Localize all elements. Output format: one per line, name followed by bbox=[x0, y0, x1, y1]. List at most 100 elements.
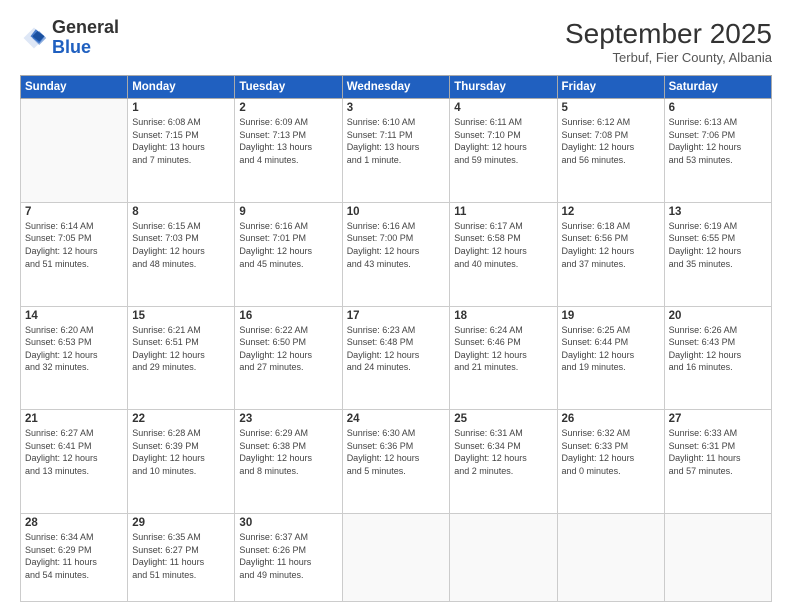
col-wednesday: Wednesday bbox=[342, 76, 450, 99]
calendar-week-row: 7 Sunrise: 6:14 AM Sunset: 7:05 PM Daylig… bbox=[21, 202, 772, 306]
day-info: Sunrise: 6:16 AM Sunset: 7:00 PM Dayligh… bbox=[347, 220, 446, 270]
table-row: 5Sunrise: 6:12 AM Sunset: 7:08 PM Daylig… bbox=[557, 99, 664, 203]
day-number: 18 bbox=[454, 310, 552, 322]
table-row bbox=[664, 514, 771, 602]
table-row: 17 Sunrise: 6:23 AM Sunset: 6:48 PM Dayli… bbox=[342, 306, 450, 410]
day-info: Sunrise: 6:11 AM Sunset: 7:10 PM Dayligh… bbox=[454, 116, 552, 166]
table-row: 3 Sunrise: 6:10 AM Sunset: 7:11 PM Daylig… bbox=[342, 99, 450, 203]
table-row: 22 Sunrise: 6:28 AM Sunset: 6:39 PM Dayli… bbox=[128, 410, 235, 514]
col-tuesday: Tuesday bbox=[235, 76, 342, 99]
table-row: 14Sunrise: 6:20 AM Sunset: 6:53 PM Dayli… bbox=[21, 306, 128, 410]
day-info: Sunrise: 6:14 AM Sunset: 7:05 PM Dayligh… bbox=[25, 220, 123, 270]
table-row: 15 Sunrise: 6:21 AM Sunset: 6:51 PM Dayli… bbox=[128, 306, 235, 410]
day-info: Sunrise: 6:13 AM Sunset: 7:06 PM Dayligh… bbox=[669, 116, 767, 166]
day-number: 22 bbox=[132, 413, 230, 425]
table-row: 10 Sunrise: 6:16 AM Sunset: 7:00 PM Dayli… bbox=[342, 202, 450, 306]
day-info: Sunrise: 6:29 AM Sunset: 6:38 PM Dayligh… bbox=[239, 427, 337, 477]
location-subtitle: Terbuf, Fier County, Albania bbox=[565, 50, 772, 65]
table-row bbox=[342, 514, 450, 602]
day-number: 12 bbox=[562, 206, 660, 218]
table-row: 4 Sunrise: 6:11 AM Sunset: 7:10 PM Daylig… bbox=[450, 99, 557, 203]
day-info: Sunrise: 6:10 AM Sunset: 7:11 PM Dayligh… bbox=[347, 116, 446, 166]
day-number: 6 bbox=[669, 102, 767, 114]
table-row: 25 Sunrise: 6:31 AM Sunset: 6:34 PM Dayli… bbox=[450, 410, 557, 514]
day-number: 29 bbox=[132, 517, 230, 529]
day-info: Sunrise: 6:21 AM Sunset: 6:51 PM Dayligh… bbox=[132, 324, 230, 374]
table-row: 18 Sunrise: 6:24 AM Sunset: 6:46 PM Dayli… bbox=[450, 306, 557, 410]
day-info: Sunrise: 6:22 AM Sunset: 6:50 PM Dayligh… bbox=[239, 324, 337, 374]
table-row: 26 Sunrise: 6:32 AM Sunset: 6:33 PM Dayli… bbox=[557, 410, 664, 514]
header: General Blue September 2025 Terbuf, Fier… bbox=[20, 18, 772, 65]
table-row bbox=[557, 514, 664, 602]
day-number: 15 bbox=[132, 310, 230, 322]
day-number: 7 bbox=[25, 206, 123, 218]
logo-blue: Blue bbox=[52, 37, 91, 57]
day-number: 11 bbox=[454, 206, 552, 218]
calendar-week-row: 28Sunrise: 6:34 AM Sunset: 6:29 PM Dayli… bbox=[21, 514, 772, 602]
calendar-week-row: 21Sunrise: 6:27 AM Sunset: 6:41 PM Dayli… bbox=[21, 410, 772, 514]
day-info: Sunrise: 6:31 AM Sunset: 6:34 PM Dayligh… bbox=[454, 427, 552, 477]
logo: General Blue bbox=[20, 18, 119, 58]
col-monday: Monday bbox=[128, 76, 235, 99]
day-info: Sunrise: 6:37 AM Sunset: 6:26 PM Dayligh… bbox=[239, 531, 337, 581]
table-row: 9Sunrise: 6:16 AM Sunset: 7:01 PM Daylig… bbox=[235, 202, 342, 306]
table-row: 19Sunrise: 6:25 AM Sunset: 6:44 PM Dayli… bbox=[557, 306, 664, 410]
col-friday: Friday bbox=[557, 76, 664, 99]
day-info: Sunrise: 6:23 AM Sunset: 6:48 PM Dayligh… bbox=[347, 324, 446, 374]
day-info: Sunrise: 6:30 AM Sunset: 6:36 PM Dayligh… bbox=[347, 427, 446, 477]
table-row: 11 Sunrise: 6:17 AM Sunset: 6:58 PM Dayli… bbox=[450, 202, 557, 306]
day-number: 25 bbox=[454, 413, 552, 425]
day-number: 2 bbox=[239, 102, 337, 114]
day-info: Sunrise: 6:19 AM Sunset: 6:55 PM Dayligh… bbox=[669, 220, 767, 270]
day-info: Sunrise: 6:32 AM Sunset: 6:33 PM Dayligh… bbox=[562, 427, 660, 477]
logo-general: General bbox=[52, 17, 119, 37]
calendar-week-row: 14Sunrise: 6:20 AM Sunset: 6:53 PM Dayli… bbox=[21, 306, 772, 410]
table-row bbox=[450, 514, 557, 602]
table-row: 27 Sunrise: 6:33 AM Sunset: 6:31 PM Dayli… bbox=[664, 410, 771, 514]
table-row: 30 Sunrise: 6:37 AM Sunset: 6:26 PM Dayli… bbox=[235, 514, 342, 602]
day-number: 1 bbox=[132, 102, 230, 114]
day-number: 19 bbox=[562, 310, 660, 322]
table-row: 16 Sunrise: 6:22 AM Sunset: 6:50 PM Dayli… bbox=[235, 306, 342, 410]
day-number: 17 bbox=[347, 310, 446, 322]
day-number: 30 bbox=[239, 517, 337, 529]
day-number: 24 bbox=[347, 413, 446, 425]
table-row: 29 Sunrise: 6:35 AM Sunset: 6:27 PM Dayli… bbox=[128, 514, 235, 602]
day-number: 27 bbox=[669, 413, 767, 425]
month-title: September 2025 bbox=[565, 18, 772, 50]
day-info: Sunrise: 6:12 AM Sunset: 7:08 PM Dayligh… bbox=[562, 116, 660, 166]
day-number: 23 bbox=[239, 413, 337, 425]
table-row: 23 Sunrise: 6:29 AM Sunset: 6:38 PM Dayli… bbox=[235, 410, 342, 514]
day-number: 10 bbox=[347, 206, 446, 218]
table-row: 7 Sunrise: 6:14 AM Sunset: 7:05 PM Daylig… bbox=[21, 202, 128, 306]
day-number: 21 bbox=[25, 413, 123, 425]
table-row: 24 Sunrise: 6:30 AM Sunset: 6:36 PM Dayli… bbox=[342, 410, 450, 514]
day-number: 9 bbox=[239, 206, 337, 218]
day-number: 3 bbox=[347, 102, 446, 114]
day-number: 20 bbox=[669, 310, 767, 322]
day-info: Sunrise: 6:08 AM Sunset: 7:15 PM Dayligh… bbox=[132, 116, 230, 166]
table-row bbox=[21, 99, 128, 203]
day-number: 14 bbox=[25, 310, 123, 322]
calendar-week-row: 1 Sunrise: 6:08 AM Sunset: 7:15 PM Daylig… bbox=[21, 99, 772, 203]
day-info: Sunrise: 6:09 AM Sunset: 7:13 PM Dayligh… bbox=[239, 116, 337, 166]
day-number: 26 bbox=[562, 413, 660, 425]
day-info: Sunrise: 6:34 AM Sunset: 6:29 PM Dayligh… bbox=[25, 531, 123, 581]
day-info: Sunrise: 6:35 AM Sunset: 6:27 PM Dayligh… bbox=[132, 531, 230, 581]
logo-text: General Blue bbox=[52, 18, 119, 58]
table-row: 6 Sunrise: 6:13 AM Sunset: 7:06 PM Daylig… bbox=[664, 99, 771, 203]
day-info: Sunrise: 6:33 AM Sunset: 6:31 PM Dayligh… bbox=[669, 427, 767, 477]
calendar: Sunday Monday Tuesday Wednesday Thursday… bbox=[20, 75, 772, 602]
table-row: 21Sunrise: 6:27 AM Sunset: 6:41 PM Dayli… bbox=[21, 410, 128, 514]
day-info: Sunrise: 6:28 AM Sunset: 6:39 PM Dayligh… bbox=[132, 427, 230, 477]
table-row: 13Sunrise: 6:19 AM Sunset: 6:55 PM Dayli… bbox=[664, 202, 771, 306]
day-info: Sunrise: 6:17 AM Sunset: 6:58 PM Dayligh… bbox=[454, 220, 552, 270]
day-number: 4 bbox=[454, 102, 552, 114]
title-block: September 2025 Terbuf, Fier County, Alba… bbox=[565, 18, 772, 65]
day-info: Sunrise: 6:26 AM Sunset: 6:43 PM Dayligh… bbox=[669, 324, 767, 374]
page: General Blue September 2025 Terbuf, Fier… bbox=[0, 0, 792, 612]
day-number: 8 bbox=[132, 206, 230, 218]
table-row: 20 Sunrise: 6:26 AM Sunset: 6:43 PM Dayli… bbox=[664, 306, 771, 410]
day-number: 16 bbox=[239, 310, 337, 322]
day-info: Sunrise: 6:24 AM Sunset: 6:46 PM Dayligh… bbox=[454, 324, 552, 374]
